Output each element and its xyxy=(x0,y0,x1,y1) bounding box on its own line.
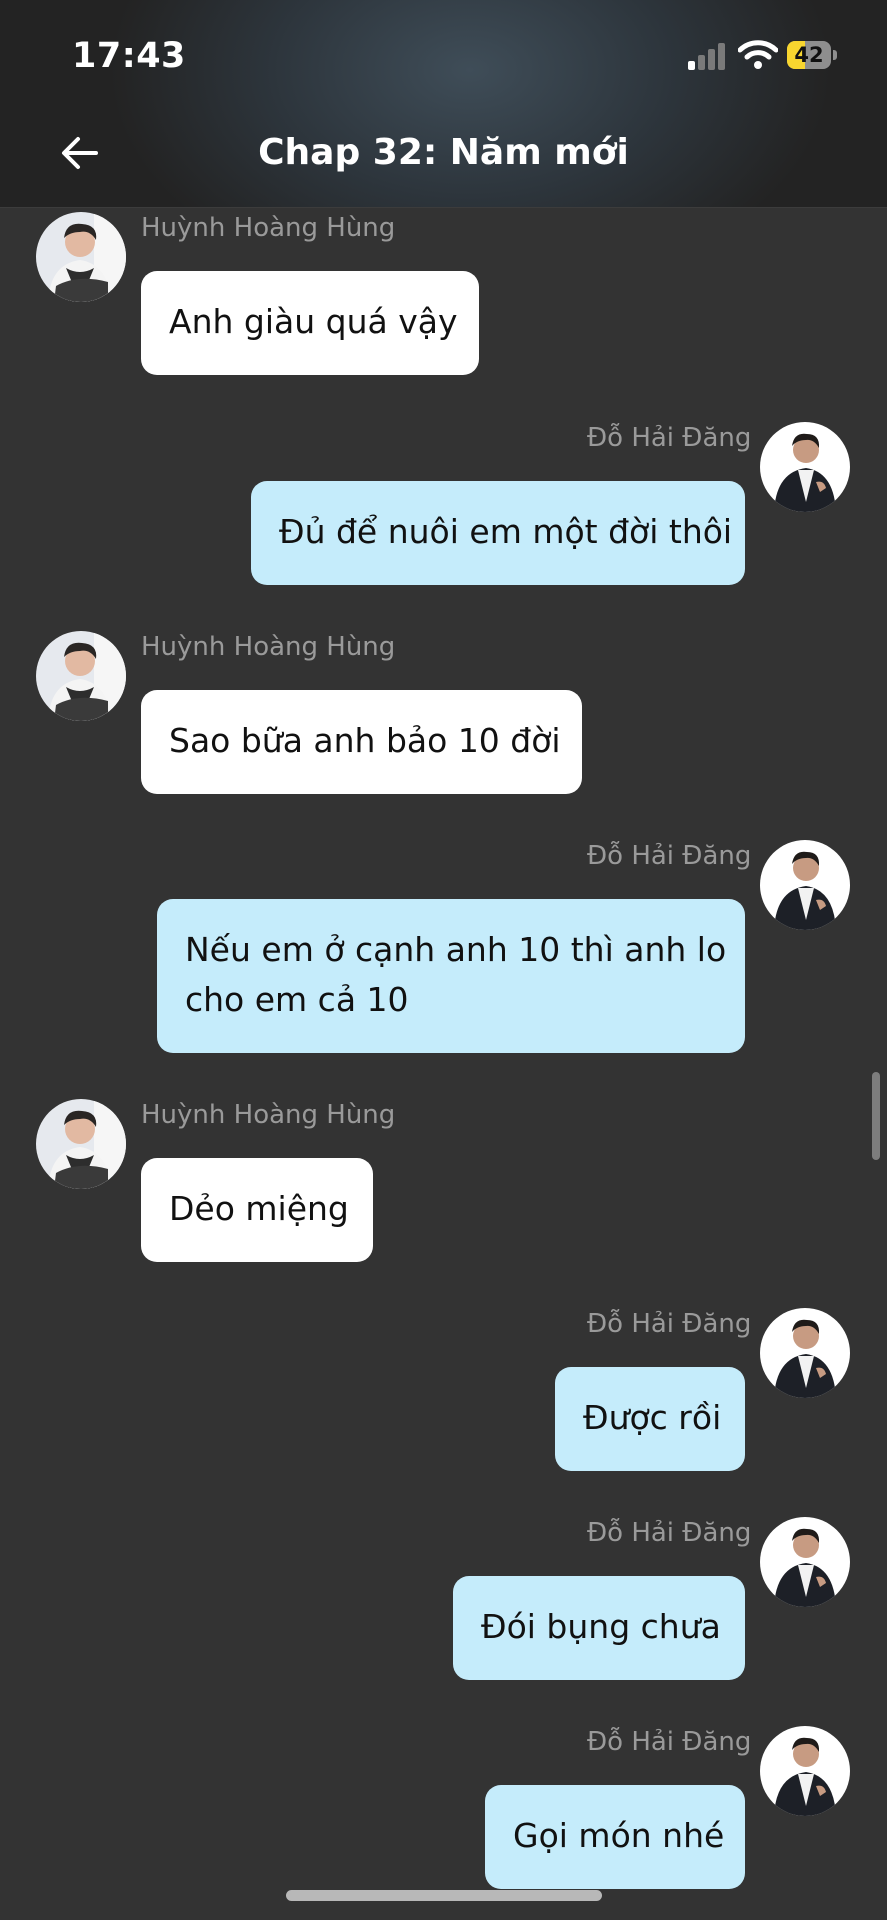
avatar[interactable] xyxy=(760,840,850,930)
home-indicator[interactable] xyxy=(286,1890,602,1901)
scrollbar[interactable] xyxy=(872,1072,880,1160)
message-bubble[interactable]: Nếu em ở cạnh anh 10 thì anh lo cho em c… xyxy=(157,899,745,1053)
battery-level: 42 xyxy=(794,43,824,67)
back-button[interactable] xyxy=(56,128,106,178)
sender-name: Đỗ Hải Đăng xyxy=(587,1518,752,1548)
avatar[interactable] xyxy=(760,1517,850,1607)
avatar[interactable] xyxy=(36,1099,126,1189)
app-header: 17:43 42 Chap 32: Năm mới xyxy=(0,0,887,208)
sender-name: Huỳnh Hoàng Hùng xyxy=(141,213,396,243)
avatar[interactable] xyxy=(760,422,850,512)
sender-name: Đỗ Hải Đăng xyxy=(587,1309,752,1339)
wifi-icon xyxy=(737,40,779,70)
arrow-left-icon xyxy=(62,137,98,169)
message-bubble[interactable]: Anh giàu quá vậy xyxy=(141,271,479,375)
avatar[interactable] xyxy=(36,212,126,302)
message-text: Đủ để nuôi em một đời thôi xyxy=(279,512,733,551)
chat-list[interactable]: Huỳnh Hoàng Hùng Anh giàu quá vậy Đỗ Hải… xyxy=(0,208,887,1920)
message-text: Sao bữa anh bảo 10 đời xyxy=(169,721,561,760)
chapter-title: Chap 32: Năm mới xyxy=(258,132,629,173)
message-text: Anh giàu quá vậy xyxy=(169,302,458,341)
battery-icon: 42 xyxy=(787,41,837,69)
message-bubble[interactable]: Dẻo miệng xyxy=(141,1158,373,1262)
sender-name: Huỳnh Hoàng Hùng xyxy=(141,1100,396,1130)
message-bubble[interactable]: Sao bữa anh bảo 10 đời xyxy=(141,690,582,794)
sender-name: Đỗ Hải Đăng xyxy=(587,841,752,871)
avatar[interactable] xyxy=(760,1726,850,1816)
message-bubble[interactable]: Được rồi xyxy=(555,1367,745,1471)
message-text: Nếu em ở cạnh anh 10 thì anh lo xyxy=(185,930,727,969)
message-text: Đói bụng chưa xyxy=(481,1607,721,1646)
message-text: Được rồi xyxy=(583,1398,722,1437)
status-time: 17:43 xyxy=(72,36,186,76)
message-bubble[interactable]: Đói bụng chưa xyxy=(453,1576,745,1680)
avatar[interactable] xyxy=(760,1308,850,1398)
sender-name: Huỳnh Hoàng Hùng xyxy=(141,632,396,662)
message-bubble[interactable]: Gọi món nhé xyxy=(485,1785,745,1889)
message-text: Dẻo miệng xyxy=(169,1189,349,1228)
message-text: cho em cả 10 xyxy=(185,980,409,1019)
sender-name: Đỗ Hải Đăng xyxy=(587,1727,752,1757)
message-bubble[interactable]: Đủ để nuôi em một đời thôi xyxy=(251,481,745,585)
message-text: Gọi món nhé xyxy=(513,1816,725,1855)
cellular-signal-icon xyxy=(688,42,728,70)
sender-name: Đỗ Hải Đăng xyxy=(587,423,752,453)
avatar[interactable] xyxy=(36,631,126,721)
